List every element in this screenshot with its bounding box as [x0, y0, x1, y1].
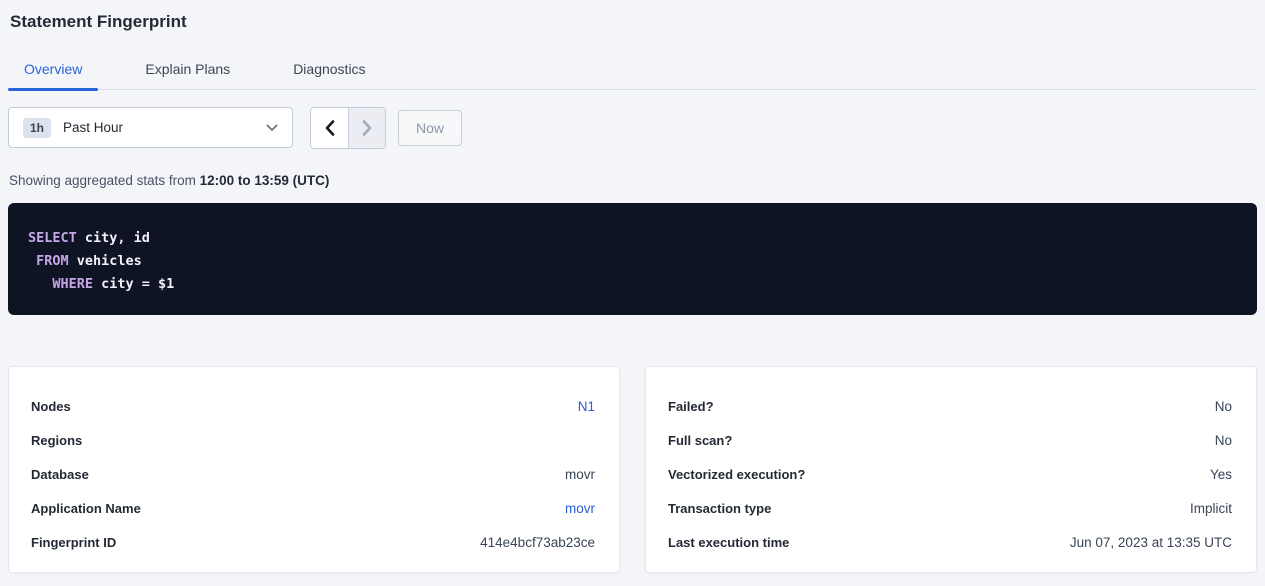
interval-label: Past Hour	[63, 120, 266, 135]
table-row: Vectorized execution? Yes	[668, 457, 1232, 491]
tab-bar: Overview Explain Plans Diagnostics	[8, 55, 1257, 90]
sql-statement: SELECT city, id FROM vehicles WHERE city…	[28, 227, 1237, 296]
table-row: Fingerprint ID 414e4bcf73ab23ce	[31, 525, 595, 559]
table-row: Database movr	[31, 457, 595, 491]
summary-cards: Nodes N1 Regions Database movr Applicati…	[8, 366, 1257, 573]
aggregated-stats-summary: Showing aggregated stats from 12:00 to 1…	[8, 173, 1257, 188]
table-row: Full scan? No	[668, 423, 1232, 457]
tab-diagnostics[interactable]: Diagnostics	[277, 55, 381, 89]
row-label: Fingerprint ID	[31, 535, 116, 550]
nodes-link[interactable]: N1	[578, 399, 595, 414]
tab-explain-plans[interactable]: Explain Plans	[129, 55, 246, 89]
row-label: Application Name	[31, 501, 141, 516]
row-label: Vectorized execution?	[668, 467, 805, 482]
now-button[interactable]: Now	[398, 110, 462, 146]
row-value: No	[1215, 399, 1232, 414]
sql-indent	[28, 276, 52, 292]
row-label: Full scan?	[668, 433, 732, 448]
row-label: Last execution time	[668, 535, 789, 550]
sql-text: vehicles	[69, 253, 142, 269]
interval-badge: 1h	[23, 118, 51, 138]
table-row: Nodes N1	[31, 389, 595, 423]
chevron-down-icon	[266, 124, 278, 132]
statement-fingerprint-page: Statement Fingerprint Overview Explain P…	[0, 0, 1265, 573]
application-name-link[interactable]: movr	[565, 501, 595, 516]
time-step-buttons	[310, 107, 386, 149]
sql-text: city = $1	[93, 276, 174, 292]
time-controls: 1h Past Hour Now	[8, 107, 1257, 149]
row-value: 414e4bcf73ab23ce	[480, 535, 595, 550]
stats-prefix: Showing aggregated stats from	[9, 173, 200, 188]
row-value: movr	[565, 467, 595, 482]
row-label: Database	[31, 467, 89, 482]
prev-time-button[interactable]	[311, 108, 348, 148]
sql-keyword: WHERE	[52, 276, 93, 292]
statement-details-card: Nodes N1 Regions Database movr Applicati…	[8, 366, 620, 573]
row-label: Nodes	[31, 399, 71, 414]
table-row: Last execution time Jun 07, 2023 at 13:3…	[668, 525, 1232, 559]
table-row: Failed? No	[668, 389, 1232, 423]
row-value: No	[1215, 433, 1232, 448]
sql-statement-box: SELECT city, id FROM vehicles WHERE city…	[8, 203, 1257, 315]
row-value: Implicit	[1190, 501, 1232, 516]
table-row: Application Name movr	[31, 491, 595, 525]
row-label: Failed?	[668, 399, 714, 414]
table-row: Regions	[31, 423, 595, 457]
time-range-dropdown[interactable]: 1h Past Hour	[8, 107, 293, 148]
sql-text: city, id	[77, 230, 150, 246]
stats-range: 12:00 to 13:59 (UTC)	[200, 173, 330, 188]
page-title: Statement Fingerprint	[8, 11, 1257, 33]
row-label: Regions	[31, 433, 82, 448]
sql-keyword: FROM	[36, 253, 69, 269]
tab-overview[interactable]: Overview	[8, 55, 98, 89]
chevron-left-icon	[325, 120, 335, 136]
execution-attributes-card: Failed? No Full scan? No Vectorized exec…	[645, 366, 1257, 573]
sql-keyword: SELECT	[28, 230, 77, 246]
row-label: Transaction type	[668, 501, 771, 516]
next-time-button[interactable]	[348, 108, 385, 148]
table-row: Transaction type Implicit	[668, 491, 1232, 525]
sql-indent	[28, 253, 36, 269]
row-value: Jun 07, 2023 at 13:35 UTC	[1070, 535, 1232, 550]
row-value: Yes	[1210, 467, 1232, 482]
chevron-right-icon	[362, 120, 372, 136]
